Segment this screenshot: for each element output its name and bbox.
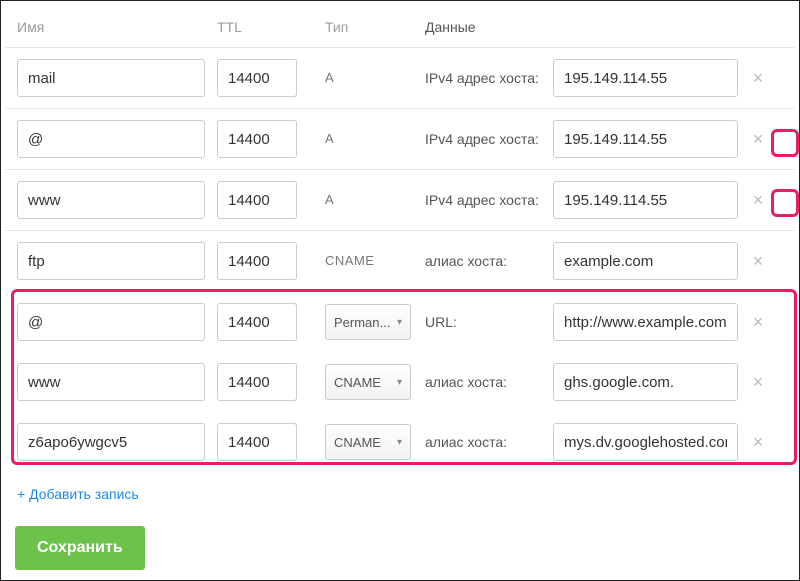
close-icon: × xyxy=(753,130,764,148)
save-button[interactable]: Сохранить xyxy=(15,526,145,570)
type-text: A xyxy=(325,192,334,207)
ttl-input[interactable] xyxy=(217,303,297,341)
delete-button[interactable]: × xyxy=(747,371,769,393)
chevron-down-icon: ▾ xyxy=(397,377,402,388)
data-label: URL: xyxy=(425,314,553,330)
header-ttl: TTL xyxy=(217,19,307,35)
name-input[interactable] xyxy=(17,242,205,280)
dns-record-row: Perman... ▾ URL: × xyxy=(5,292,795,352)
delete-button[interactable]: × xyxy=(747,189,769,211)
dns-record-row: CNAME алиас хоста: × xyxy=(5,231,795,292)
data-label: IPv4 адрес хоста: xyxy=(425,192,553,208)
close-icon: × xyxy=(753,69,764,87)
type-select-label: CNAME xyxy=(334,435,381,450)
header-data: Данные xyxy=(425,19,553,35)
dns-record-row: A IPv4 адрес хоста: × xyxy=(5,170,795,231)
name-input[interactable] xyxy=(17,363,205,401)
delete-button[interactable]: × xyxy=(747,431,769,453)
name-input[interactable] xyxy=(17,303,205,341)
name-input[interactable] xyxy=(17,423,205,461)
data-label: IPv4 адрес хоста: xyxy=(425,70,553,86)
type-select-label: CNAME xyxy=(334,375,381,390)
type-text: A xyxy=(325,70,334,85)
close-icon: × xyxy=(753,252,764,270)
ttl-input[interactable] xyxy=(217,59,297,97)
close-icon: × xyxy=(753,313,764,331)
ttl-input[interactable] xyxy=(217,423,297,461)
data-input[interactable] xyxy=(553,120,738,158)
type-text: CNAME xyxy=(325,253,374,268)
ttl-input[interactable] xyxy=(217,363,297,401)
name-input[interactable] xyxy=(17,59,205,97)
type-select[interactable]: CNAME ▾ xyxy=(325,424,411,460)
data-label: IPv4 адрес хоста: xyxy=(425,131,553,147)
ttl-input[interactable] xyxy=(217,120,297,158)
ttl-input[interactable] xyxy=(217,181,297,219)
delete-button[interactable]: × xyxy=(747,128,769,150)
close-icon: × xyxy=(753,191,764,209)
name-input[interactable] xyxy=(17,120,205,158)
data-input[interactable] xyxy=(553,59,738,97)
chevron-down-icon: ▾ xyxy=(397,317,402,328)
close-icon: × xyxy=(753,373,764,391)
dns-record-row: CNAME ▾ алиас хоста: × xyxy=(5,412,795,472)
add-record-link[interactable]: + Добавить запись xyxy=(5,472,795,516)
data-label: алиас хоста: xyxy=(425,374,553,390)
ttl-input[interactable] xyxy=(217,242,297,280)
delete-button[interactable]: × xyxy=(747,250,769,272)
data-input[interactable] xyxy=(553,363,738,401)
chevron-down-icon: ▾ xyxy=(397,437,402,448)
data-input[interactable] xyxy=(553,181,738,219)
delete-button[interactable]: × xyxy=(747,311,769,333)
dns-record-row: A IPv4 адрес хоста: × xyxy=(5,48,795,109)
delete-button[interactable]: × xyxy=(747,67,769,89)
dns-record-row: CNAME ▾ алиас хоста: × xyxy=(5,352,795,412)
dns-record-row: A IPv4 адрес хоста: × xyxy=(5,109,795,170)
data-input[interactable] xyxy=(553,242,738,280)
data-input[interactable] xyxy=(553,303,738,341)
data-label: алиас хоста: xyxy=(425,434,553,450)
type-select[interactable]: CNAME ▾ xyxy=(325,364,411,400)
header-type: Тип xyxy=(325,19,425,35)
data-label: алиас хоста: xyxy=(425,253,553,269)
table-header: Имя TTL Тип Данные xyxy=(5,5,795,48)
type-select[interactable]: Perman... ▾ xyxy=(325,304,411,340)
close-icon: × xyxy=(753,433,764,451)
data-input[interactable] xyxy=(553,423,738,461)
header-name: Имя xyxy=(17,19,217,35)
type-select-label: Perman... xyxy=(334,315,390,330)
type-text: A xyxy=(325,131,334,146)
name-input[interactable] xyxy=(17,181,205,219)
